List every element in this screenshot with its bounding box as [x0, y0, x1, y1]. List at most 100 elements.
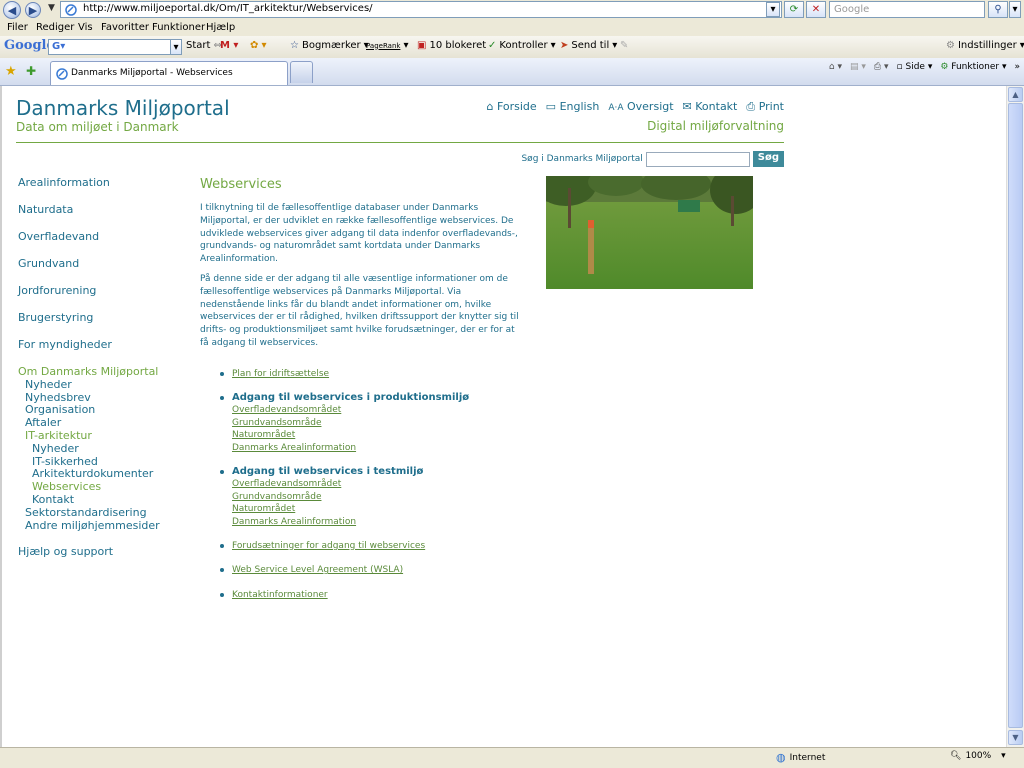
- google-search-dropdown-icon[interactable]: ▾: [170, 39, 182, 55]
- tab-title: Danmarks Miljøportal - Webservices: [71, 68, 233, 78]
- google-toolbar-search-input[interactable]: G▾: [48, 39, 182, 55]
- toolbar-popup-blocker-button[interactable]: ▣ 10 blokeret: [417, 40, 486, 51]
- favorites-star-icon[interactable]: ★: [5, 64, 17, 79]
- menu-help[interactable]: Hjælp: [206, 22, 235, 33]
- toplink-print-label: Print: [758, 100, 784, 113]
- tab-active[interactable]: Danmarks Miljøportal - Webservices: [50, 61, 288, 85]
- site-title[interactable]: Danmarks Miljøportal: [16, 96, 230, 120]
- wrench-icon[interactable]: ✎: [620, 40, 628, 51]
- gmail-icon[interactable]: M ▾: [220, 40, 238, 51]
- nav-sub-it-arkitektur[interactable]: IT-arkitektur: [25, 429, 92, 442]
- history-dropdown-icon[interactable]: ▼: [48, 3, 55, 13]
- scrollbar-thumb[interactable]: [1008, 103, 1023, 728]
- nav-hjaelp-og-support[interactable]: Hjælp og support: [18, 545, 113, 558]
- toplink-oversigt-label: Oversigt: [627, 100, 674, 113]
- site-search-input[interactable]: [645, 151, 750, 167]
- popup-blocker-icon: ▣: [417, 40, 427, 51]
- feeds-icon[interactable]: ▤ ▾: [850, 62, 866, 72]
- nav-brugerstyring[interactable]: Brugerstyring: [18, 311, 93, 324]
- forward-button[interactable]: ▶: [25, 2, 41, 18]
- zoom-label: 100%: [965, 751, 992, 761]
- more-chevron-icon[interactable]: »: [1014, 62, 1020, 72]
- toolbar-bookmarks-button[interactable]: ☆ Bogmærker ▾: [290, 40, 369, 51]
- toolbar-pagerank-button[interactable]: PageRank ▾: [366, 40, 408, 51]
- nav-it-nyheder[interactable]: Nyheder: [32, 442, 79, 455]
- page-favicon-icon: [65, 4, 77, 16]
- back-button[interactable]: ◀: [3, 1, 21, 19]
- add-favorite-icon[interactable]: ✚: [26, 64, 36, 78]
- test-link-grundvand[interactable]: Grundvandsområde: [232, 492, 321, 502]
- nav-sub-organisation[interactable]: Organisation: [25, 403, 95, 416]
- nav-it-kontakt[interactable]: Kontakt: [32, 493, 74, 506]
- web-search-input[interactable]: Google: [829, 1, 985, 18]
- list-item: Plan for idriftsættelse: [216, 368, 496, 381]
- url-field[interactable]: http://www.miljoeportal.dk/Om/IT_arkitek…: [60, 1, 782, 18]
- toolbar-spellcheck-button[interactable]: ✓ Kontroller ▾: [488, 40, 556, 51]
- refresh-icon[interactable]: ⟳: [784, 1, 804, 18]
- nav-for-myndigheder[interactable]: For myndigheder: [18, 338, 112, 351]
- tools-gear-icon: ⚙: [940, 62, 949, 72]
- menu-file[interactable]: Filer: [7, 22, 28, 33]
- tools-menu-label: Funktioner: [951, 62, 1000, 72]
- toolbar-send-button[interactable]: ➤ Send til ▾: [560, 40, 617, 51]
- prod-link-grundvand[interactable]: Grundvandsområde: [232, 418, 321, 428]
- link-wsla[interactable]: Web Service Level Agreement (WSLA): [232, 565, 403, 575]
- toplink-print[interactable]: ⎙ Print: [746, 100, 784, 114]
- toplink-oversigt[interactable]: A·A Oversigt: [608, 100, 673, 114]
- bullet-icon: [220, 543, 224, 548]
- search-icon[interactable]: ⚲: [988, 1, 1008, 18]
- page-menu-button[interactable]: ▫ Side ▾: [897, 62, 933, 72]
- toplink-forside[interactable]: ⌂ Forside: [486, 100, 536, 114]
- toplink-english[interactable]: ▭ English: [546, 100, 600, 114]
- prod-link-natur[interactable]: Naturområdet: [232, 430, 295, 440]
- new-tab-button[interactable]: [290, 61, 313, 83]
- toolbar-check-label: Kontroller: [499, 40, 548, 51]
- scroll-up-arrow-icon[interactable]: ▲: [1008, 87, 1023, 102]
- menu-favorites[interactable]: Favoritter: [101, 22, 149, 33]
- url-dropdown-icon[interactable]: ▾: [766, 2, 780, 17]
- nav-sub-andre-miljohjemmesider[interactable]: Andre miljøhjemmesider: [25, 519, 160, 532]
- nav-om-danmarks-miljoportal[interactable]: Om Danmarks Miljøportal: [18, 365, 158, 378]
- bullet-icon: [220, 469, 224, 474]
- menu-tools[interactable]: Funktioner: [152, 22, 205, 33]
- nav-naturdata[interactable]: Naturdata: [18, 203, 73, 216]
- test-link-overfladevand[interactable]: Overfladevandsområdet: [232, 479, 341, 489]
- nav-sub-sektorstandardisering[interactable]: Sektorstandardisering: [25, 506, 147, 519]
- scroll-down-arrow-icon[interactable]: ▼: [1008, 730, 1023, 745]
- link-plan-for-idriftsaettelse[interactable]: Plan for idriftsættelse: [232, 369, 329, 379]
- nav-jordforurening[interactable]: Jordforurening: [18, 284, 96, 297]
- gadgets-icon[interactable]: ✿ ▾: [250, 40, 267, 51]
- site-search-button[interactable]: Søg: [752, 151, 784, 167]
- star-icon: ☆: [290, 40, 299, 51]
- print-icon[interactable]: ⎙ ▾: [874, 62, 889, 72]
- nav-grundvand[interactable]: Grundvand: [18, 257, 79, 270]
- vertical-scrollbar[interactable]: ▲ ▼: [1006, 86, 1024, 747]
- toolbar-start-button[interactable]: Start ⇔: [186, 40, 222, 51]
- menu-view[interactable]: Vis: [78, 22, 93, 33]
- toplink-kontakt[interactable]: ✉ Kontakt: [683, 100, 738, 114]
- printer-icon: ⎙: [746, 100, 756, 113]
- security-zone[interactable]: ◍ Internet: [776, 751, 825, 764]
- toolbar-settings-button[interactable]: ⚙ Indstillinger ▾: [946, 40, 1024, 51]
- menu-edit[interactable]: Rediger: [36, 22, 74, 33]
- prod-link-overfladevand[interactable]: Overfladevandsområdet: [232, 405, 341, 415]
- nav-overfladevand[interactable]: Overfladevand: [18, 230, 99, 243]
- stop-icon[interactable]: ✕: [806, 1, 826, 18]
- nav-arealinformation[interactable]: Arealinformation: [18, 176, 110, 189]
- toolbar-send-label: Send til: [571, 40, 610, 51]
- test-link-natur[interactable]: Naturområdet: [232, 504, 295, 514]
- search-options-icon[interactable]: ▾: [1009, 1, 1021, 18]
- nav-sub-nyheder[interactable]: Nyheder: [25, 378, 72, 391]
- nav-it-arkitekturdokumenter[interactable]: Arkitekturdokumenter: [32, 467, 153, 480]
- link-forudsaetninger[interactable]: Forudsætninger for adgang til webservice…: [232, 541, 425, 551]
- prod-link-arealinformation[interactable]: Danmarks Arealinformation: [232, 443, 356, 453]
- link-kontaktinformationer[interactable]: Kontaktinformationer: [232, 590, 328, 600]
- home-icon[interactable]: ⌂ ▾: [829, 62, 842, 72]
- nav-it-webservices[interactable]: Webservices: [32, 480, 101, 493]
- settings-gear-icon: ⚙: [946, 40, 955, 51]
- nav-sub-aftaler[interactable]: Aftaler: [25, 416, 61, 429]
- test-link-arealinformation[interactable]: Danmarks Arealinformation: [232, 517, 356, 527]
- zoom-control[interactable]: 🔍︎ 100% ▾: [950, 751, 1006, 761]
- tools-menu-button[interactable]: ⚙ Funktioner ▾: [940, 62, 1006, 72]
- main-content: Webservices I tilknytning til de fælleso…: [200, 177, 522, 357]
